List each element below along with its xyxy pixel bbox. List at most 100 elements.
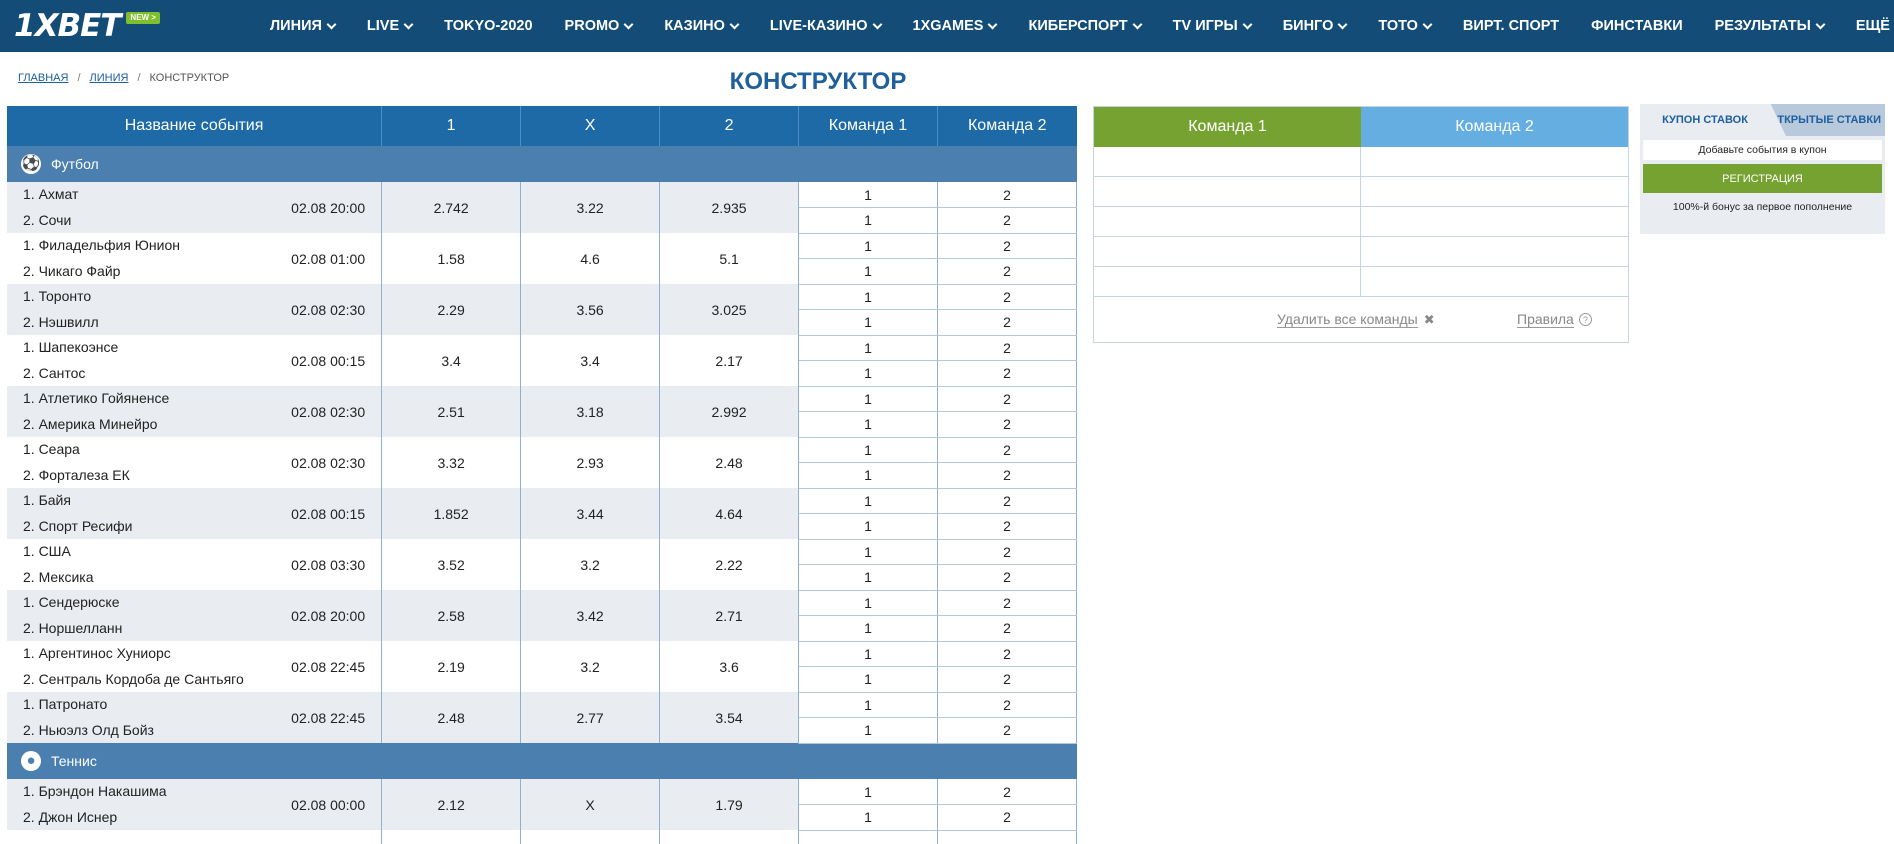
- odd-x-cell[interactable]: [520, 830, 661, 844]
- odd-x-cell[interactable]: 3.4: [520, 335, 661, 386]
- team1-slot[interactable]: [1094, 237, 1361, 267]
- pick-team2-cell[interactable]: 2: [937, 233, 1077, 259]
- pick-team1-cell[interactable]: [798, 830, 938, 844]
- nav-item-1[interactable]: LIVE: [351, 0, 428, 52]
- nav-item-13[interactable]: РЕЗУЛЬТАТЫ: [1699, 0, 1840, 52]
- nav-item-2[interactable]: TOKYO-2020: [428, 0, 548, 52]
- team1-slot[interactable]: [1094, 177, 1361, 207]
- odd-2-cell[interactable]: 2.71: [659, 590, 800, 641]
- odd-2-cell[interactable]: 3.025: [659, 284, 800, 335]
- nav-item-8[interactable]: TV ИГРЫ: [1157, 0, 1267, 52]
- nav-item-11[interactable]: ВИРТ. СПОРТ: [1447, 0, 1575, 52]
- nav-item-6[interactable]: 1XGAMES: [897, 0, 1013, 52]
- pick-team1-cell[interactable]: 1: [798, 411, 938, 438]
- odd-x-cell[interactable]: 4.6: [520, 233, 661, 284]
- odd-1-cell[interactable]: 2.12: [381, 779, 522, 830]
- team2-slot[interactable]: [1361, 237, 1628, 267]
- pick-team1-cell[interactable]: 1: [798, 233, 938, 259]
- odd-2-cell[interactable]: 2.17: [659, 335, 800, 386]
- odd-x-cell[interactable]: 3.56: [520, 284, 661, 335]
- pick-team1-cell[interactable]: 1: [798, 386, 938, 412]
- pick-team1-cell[interactable]: 1: [798, 564, 938, 591]
- pick-team1-cell[interactable]: 1: [798, 779, 938, 805]
- odd-2-cell[interactable]: 3.6: [659, 641, 800, 692]
- team1-slot[interactable]: [1094, 207, 1361, 237]
- odd-1-cell[interactable]: 3.52: [381, 539, 522, 590]
- pick-team2-cell[interactable]: 2: [937, 437, 1077, 463]
- nav-item-12[interactable]: ФИНСТАВКИ: [1575, 0, 1699, 52]
- tab-open-bets[interactable]: ОТКРЫТЫЕ СТАВКИ: [1770, 104, 1885, 136]
- pick-team1-cell[interactable]: 1: [798, 804, 938, 831]
- team2-slot[interactable]: [1361, 147, 1628, 177]
- pick-team1-cell[interactable]: 1: [798, 182, 938, 208]
- odd-1-cell[interactable]: 3.4: [381, 335, 522, 386]
- pick-team2-cell[interactable]: 2: [937, 462, 1077, 489]
- pick-team1-cell[interactable]: 1: [798, 692, 938, 718]
- pick-team2-cell[interactable]: 2: [937, 182, 1077, 208]
- pick-team2-cell[interactable]: 2: [937, 539, 1077, 565]
- pick-team2-cell[interactable]: 2: [937, 258, 1077, 285]
- odd-2-cell[interactable]: 4.64: [659, 488, 800, 539]
- pick-team2-cell[interactable]: 2: [937, 641, 1077, 667]
- pick-team2-cell[interactable]: 2: [937, 513, 1077, 540]
- nav-item-10[interactable]: ТОТО: [1362, 0, 1447, 52]
- odd-x-cell[interactable]: 3.2: [520, 539, 661, 590]
- odd-1-cell[interactable]: 1.58: [381, 233, 522, 284]
- pick-team2-cell[interactable]: [937, 830, 1077, 844]
- pick-team2-cell[interactable]: 2: [937, 779, 1077, 805]
- odd-x-cell[interactable]: 3.2: [520, 641, 661, 692]
- odd-2-cell[interactable]: 5.1: [659, 233, 800, 284]
- pick-team2-cell[interactable]: 2: [937, 335, 1077, 361]
- pick-team1-cell[interactable]: 1: [798, 309, 938, 336]
- nav-item-0[interactable]: ЛИНИЯ: [254, 0, 351, 52]
- pick-team2-cell[interactable]: 2: [937, 309, 1077, 336]
- pick-team2-cell[interactable]: 2: [937, 615, 1077, 642]
- odd-1-cell[interactable]: 3.32: [381, 437, 522, 488]
- nav-item-14[interactable]: ЕЩЁ: [1840, 0, 1894, 52]
- pick-team2-cell[interactable]: 2: [937, 207, 1077, 234]
- pick-team1-cell[interactable]: 1: [798, 717, 938, 744]
- odd-2-cell[interactable]: 2.935: [659, 182, 800, 233]
- nav-item-3[interactable]: PROMO: [549, 0, 649, 52]
- pick-team1-cell[interactable]: 1: [798, 539, 938, 565]
- odd-1-cell[interactable]: 2.48: [381, 692, 522, 743]
- pick-team2-cell[interactable]: 2: [937, 692, 1077, 718]
- odd-2-cell[interactable]: 3.54: [659, 692, 800, 743]
- pick-team1-cell[interactable]: 1: [798, 437, 938, 463]
- pick-team1-cell[interactable]: 1: [798, 641, 938, 667]
- delete-all-teams-link[interactable]: Удалить все команды ✖: [1277, 311, 1435, 328]
- odd-1-cell[interactable]: 2.51: [381, 386, 522, 437]
- odd-x-cell[interactable]: 3.22: [520, 182, 661, 233]
- rules-link[interactable]: Правила ?: [1517, 311, 1592, 328]
- pick-team2-cell[interactable]: 2: [937, 804, 1077, 831]
- odd-2-cell[interactable]: 2.48: [659, 437, 800, 488]
- pick-team2-cell[interactable]: 2: [937, 360, 1077, 387]
- pick-team1-cell[interactable]: 1: [798, 258, 938, 285]
- odd-1-cell[interactable]: [381, 830, 522, 844]
- pick-team1-cell[interactable]: 1: [798, 335, 938, 361]
- pick-team1-cell[interactable]: 1: [798, 666, 938, 693]
- pick-team2-cell[interactable]: 2: [937, 717, 1077, 744]
- nav-item-4[interactable]: КАЗИНО: [648, 0, 754, 52]
- odd-x-cell[interactable]: 2.93: [520, 437, 661, 488]
- site-logo[interactable]: 1XBET NEW >: [14, 8, 160, 44]
- odd-x-cell[interactable]: X: [520, 779, 661, 830]
- team2-slot[interactable]: [1361, 207, 1628, 237]
- pick-team2-cell[interactable]: 2: [937, 488, 1077, 514]
- pick-team1-cell[interactable]: 1: [798, 360, 938, 387]
- pick-team2-cell[interactable]: 2: [937, 666, 1077, 693]
- nav-item-9[interactable]: БИНГО: [1267, 0, 1363, 52]
- odd-x-cell[interactable]: 3.18: [520, 386, 661, 437]
- nav-item-7[interactable]: КИБЕРСПОРТ: [1012, 0, 1156, 52]
- team2-slot[interactable]: [1361, 267, 1628, 297]
- odd-1-cell[interactable]: 2.29: [381, 284, 522, 335]
- odd-1-cell[interactable]: 2.58: [381, 590, 522, 641]
- pick-team1-cell[interactable]: 1: [798, 590, 938, 616]
- pick-team2-cell[interactable]: 2: [937, 284, 1077, 310]
- pick-team1-cell[interactable]: 1: [798, 207, 938, 234]
- tab-bet-coupon[interactable]: КУПОН СТАВОК: [1640, 104, 1770, 136]
- team1-slot[interactable]: [1094, 147, 1361, 177]
- register-button[interactable]: РЕГИСТРАЦИЯ: [1643, 164, 1882, 193]
- odd-x-cell[interactable]: 3.42: [520, 590, 661, 641]
- pick-team2-cell[interactable]: 2: [937, 564, 1077, 591]
